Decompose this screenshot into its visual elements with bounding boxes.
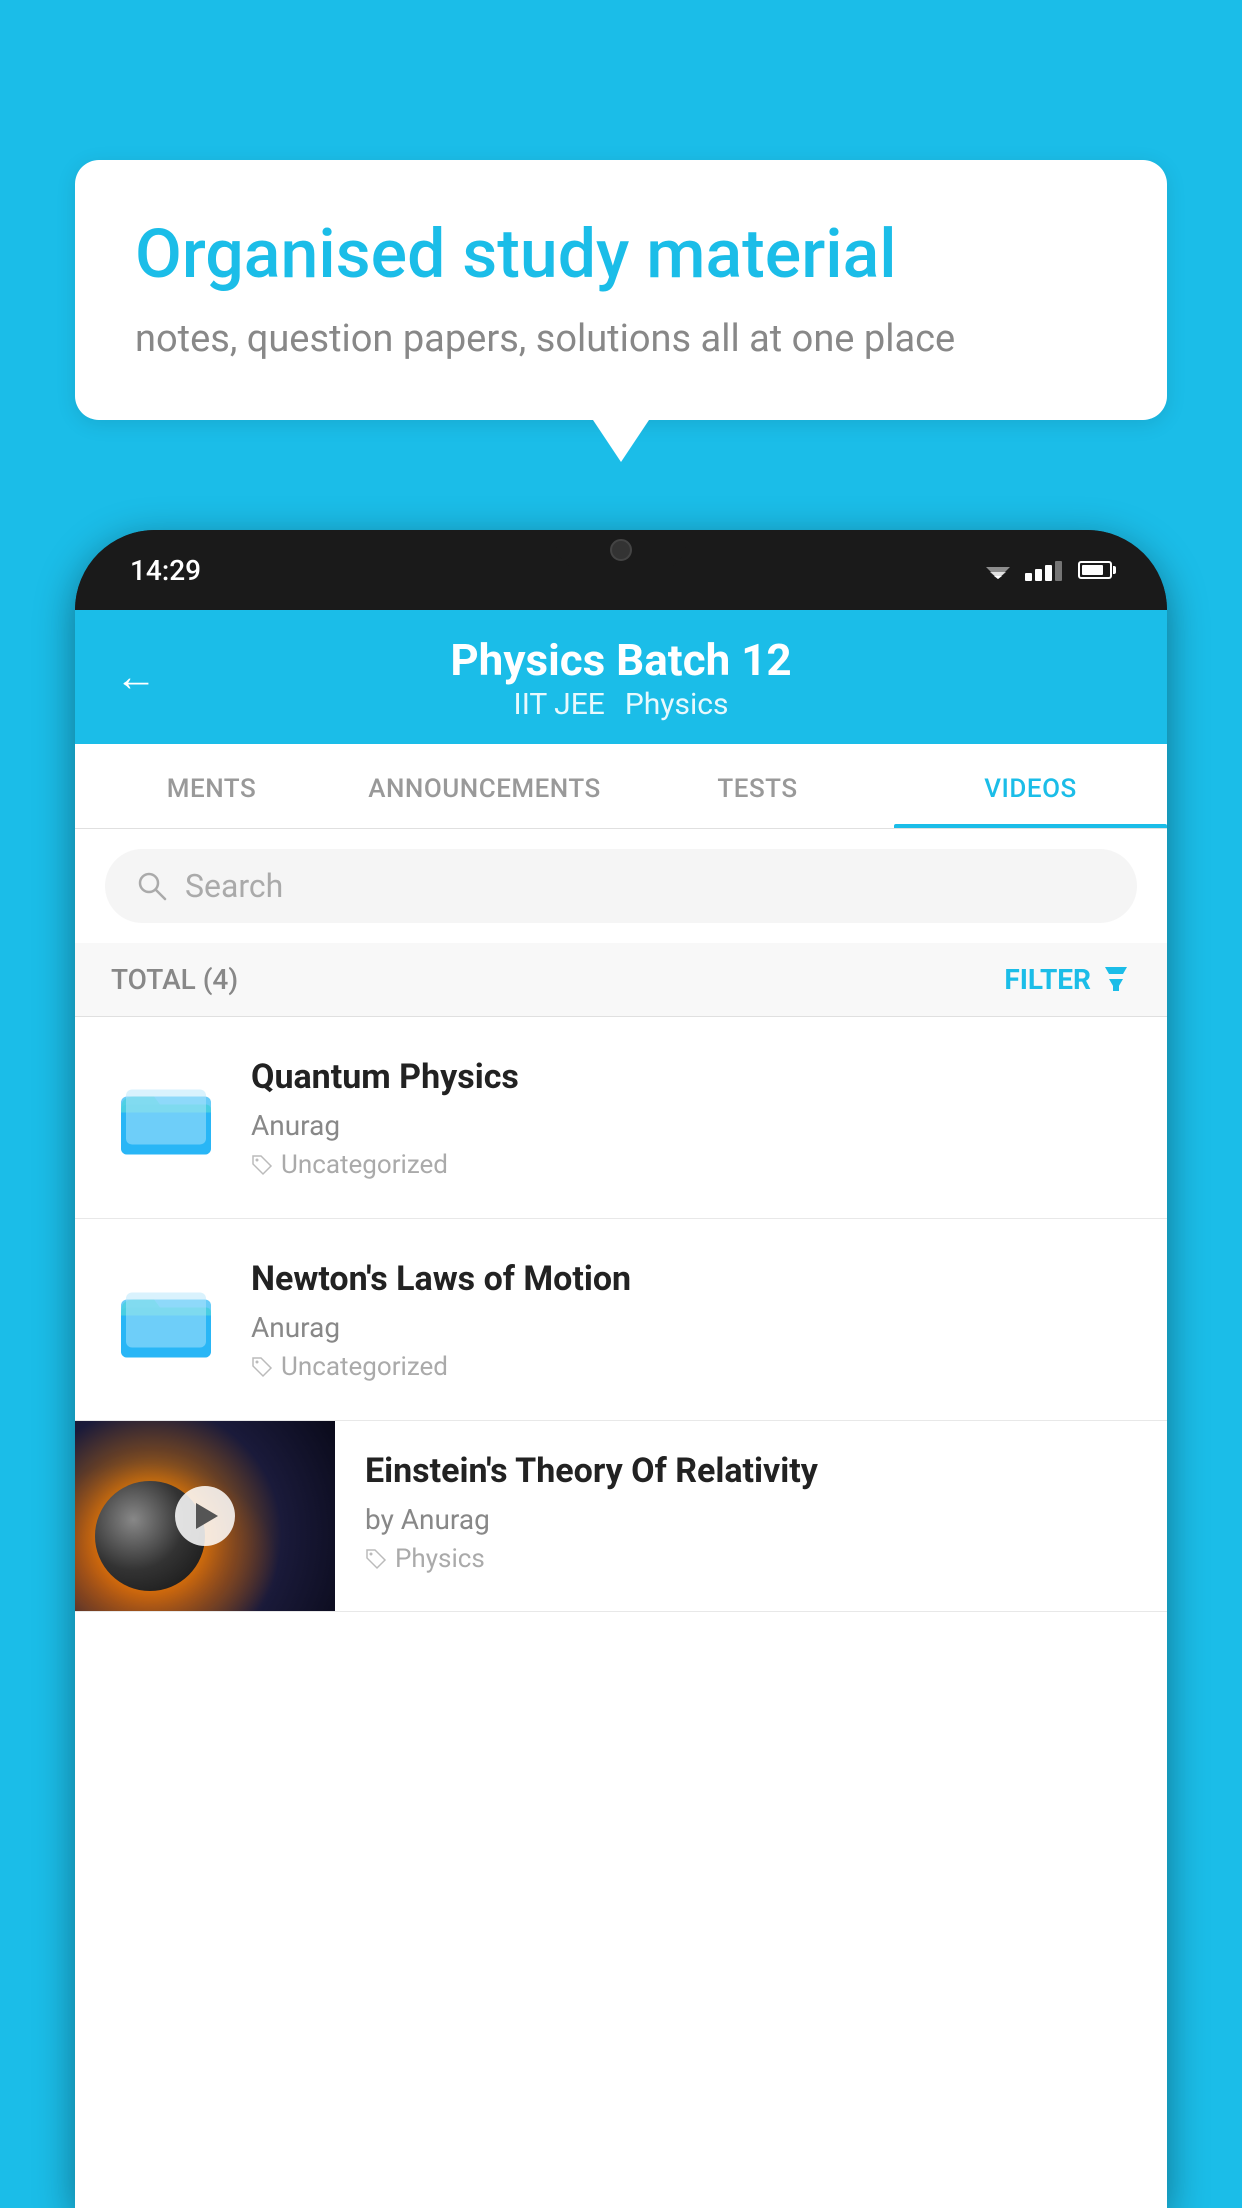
speech-bubble-tail	[593, 420, 649, 462]
filter-label: FILTER	[1004, 963, 1091, 996]
battery-fill	[1082, 565, 1103, 575]
signal-bar-1	[1025, 573, 1032, 581]
folder-icon	[116, 1067, 216, 1167]
item-thumbnail-image	[75, 1421, 335, 1611]
item-author-3: by Anurag	[365, 1503, 1137, 1536]
signal-bar-4	[1055, 561, 1062, 581]
play-triangle	[196, 1503, 218, 1529]
back-button[interactable]: ←	[115, 652, 157, 701]
camera-dot	[610, 539, 632, 561]
video-list: Quantum Physics Anurag Uncategorized	[75, 1017, 1167, 2208]
wifi-icon	[983, 559, 1013, 581]
tag-icon	[365, 1548, 387, 1570]
signal-bars	[1025, 559, 1062, 581]
phone-notch	[556, 530, 686, 570]
total-count: TOTAL (4)	[111, 963, 238, 996]
item-title-2: Newton's Laws of Motion	[251, 1257, 1131, 1301]
subtitle-left: IIT JEE	[514, 687, 605, 722]
phone-frame: 14:29 ←	[75, 530, 1167, 2208]
search-bar[interactable]: Search	[105, 849, 1137, 923]
tab-tests[interactable]: TESTS	[621, 744, 894, 828]
battery-icon	[1078, 561, 1112, 579]
tab-ments[interactable]: MENTS	[75, 744, 348, 828]
tag-icon	[251, 1356, 273, 1378]
list-item[interactable]: Newton's Laws of Motion Anurag Uncategor…	[75, 1219, 1167, 1421]
filter-icon	[1101, 965, 1131, 993]
item-tag-text-2: Uncategorized	[281, 1352, 448, 1382]
item-info-2: Newton's Laws of Motion Anurag Uncategor…	[251, 1257, 1131, 1382]
item-title-1: Quantum Physics	[251, 1055, 1131, 1099]
bubble-subtitle: notes, question papers, solutions all at…	[135, 315, 1107, 364]
filter-row: TOTAL (4) FILTER	[75, 943, 1167, 1017]
item-title-3: Einstein's Theory Of Relativity	[365, 1449, 1137, 1493]
play-button[interactable]	[175, 1486, 235, 1546]
item-thumbnail-2	[111, 1265, 221, 1375]
item-tag-text-3: Physics	[395, 1544, 485, 1574]
phone-inner: ← Physics Batch 12 IIT JEE Physics MENTS…	[75, 610, 1167, 2208]
item-tag-3: Physics	[365, 1544, 1137, 1574]
subtitle-right: Physics	[625, 687, 729, 722]
status-bar: 14:29	[75, 530, 1167, 610]
search-text: Search	[185, 867, 283, 905]
folder-icon	[116, 1270, 216, 1370]
status-icons	[983, 559, 1112, 581]
tabs-container: MENTS ANNOUNCEMENTS TESTS VIDEOS	[75, 744, 1167, 829]
tab-videos[interactable]: VIDEOS	[894, 744, 1167, 828]
item-tag-1: Uncategorized	[251, 1150, 1131, 1180]
item-info-3: Einstein's Theory Of Relativity by Anura…	[335, 1421, 1167, 1602]
filter-button[interactable]: FILTER	[1004, 963, 1131, 996]
header-title: Physics Batch 12	[450, 634, 791, 687]
item-tag-2: Uncategorized	[251, 1352, 1131, 1382]
speech-bubble-wrapper: Organised study material notes, question…	[75, 160, 1167, 462]
list-item[interactable]: Einstein's Theory Of Relativity by Anura…	[75, 1421, 1167, 1612]
search-icon	[135, 869, 169, 903]
header-subtitle: IIT JEE Physics	[514, 687, 729, 722]
status-time: 14:29	[130, 554, 201, 587]
speech-bubble: Organised study material notes, question…	[75, 160, 1167, 420]
app-header: ← Physics Batch 12 IIT JEE Physics	[75, 610, 1167, 744]
item-info-1: Quantum Physics Anurag Uncategorized	[251, 1055, 1131, 1180]
item-tag-text-1: Uncategorized	[281, 1150, 448, 1180]
search-container: Search	[75, 829, 1167, 943]
signal-bar-3	[1045, 565, 1052, 581]
item-thumbnail-1	[111, 1062, 221, 1172]
list-item[interactable]: Quantum Physics Anurag Uncategorized	[75, 1017, 1167, 1219]
item-author-2: Anurag	[251, 1311, 1131, 1344]
tab-announcements[interactable]: ANNOUNCEMENTS	[348, 744, 621, 828]
item-author-1: Anurag	[251, 1109, 1131, 1142]
signal-bar-2	[1035, 569, 1042, 581]
tag-icon	[251, 1154, 273, 1176]
bubble-title: Organised study material	[135, 215, 1107, 293]
